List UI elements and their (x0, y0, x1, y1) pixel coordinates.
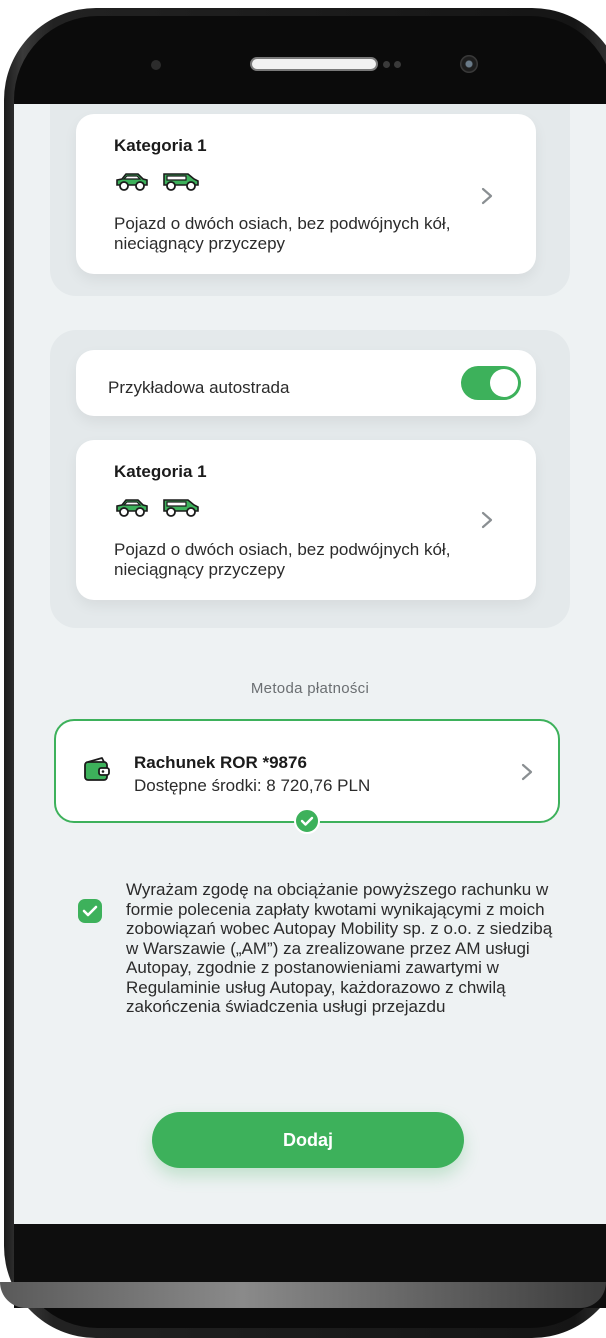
front-camera (460, 55, 478, 73)
app-screen: Kategoria 1 Pojazd o dwóch osiach, bez p… (14, 104, 606, 1224)
category-card[interactable]: Kategoria 1 Pojazd o dwóch osiach, bez p… (76, 440, 536, 600)
consent-text: Wyrażam zgodę na obciążanie powyższego r… (126, 880, 553, 1016)
check-icon (82, 905, 98, 917)
road-label: Przykładowa autostrada (108, 378, 290, 397)
vehicle-icons (114, 170, 200, 192)
consent-checkbox[interactable] (78, 899, 102, 923)
chevron-right-icon (481, 187, 493, 205)
category-title: Kategoria 1 (114, 136, 207, 155)
sensor-dot (151, 60, 161, 70)
category-card[interactable]: Kategoria 1 Pojazd o dwóch osiach, bez p… (76, 114, 536, 274)
category-title: Kategoria 1 (114, 462, 207, 481)
available-funds: Dostępne środki: 8 720,76 PLN (134, 776, 371, 795)
sensor-dots (383, 61, 407, 69)
wallet-icon (84, 757, 110, 781)
phone-bottom-edge (0, 1282, 606, 1308)
vehicle-icons (114, 496, 200, 518)
car-icon (116, 173, 148, 191)
car-icon (116, 499, 148, 517)
add-button[interactable]: Dodaj (152, 1112, 464, 1168)
account-title: Rachunek ROR *9876 (134, 753, 307, 772)
category-description: Pojazd o dwóch osiach, bez podwójnych kó… (114, 540, 451, 579)
chevron-right-icon (481, 511, 493, 529)
road-toggle[interactable] (461, 366, 521, 400)
toggle-knob (490, 369, 518, 397)
selected-check-icon (294, 808, 320, 834)
category-description: Pojazd o dwóch osiach, bez podwójnych kó… (114, 214, 451, 253)
toll-group-2: Przykładowa autostrada Kategoria 1 Pojaz… (50, 330, 570, 628)
van-icon (163, 499, 199, 517)
road-toggle-row: Przykładowa autostrada (76, 350, 536, 416)
phone-top-bezel (0, 0, 606, 104)
van-icon (163, 173, 199, 191)
payment-section-label: Metoda płatności (250, 680, 370, 697)
earpiece-speaker (250, 57, 378, 71)
toll-group-1: Kategoria 1 Pojazd o dwóch osiach, bez p… (50, 104, 570, 296)
chevron-right-icon (521, 763, 533, 781)
